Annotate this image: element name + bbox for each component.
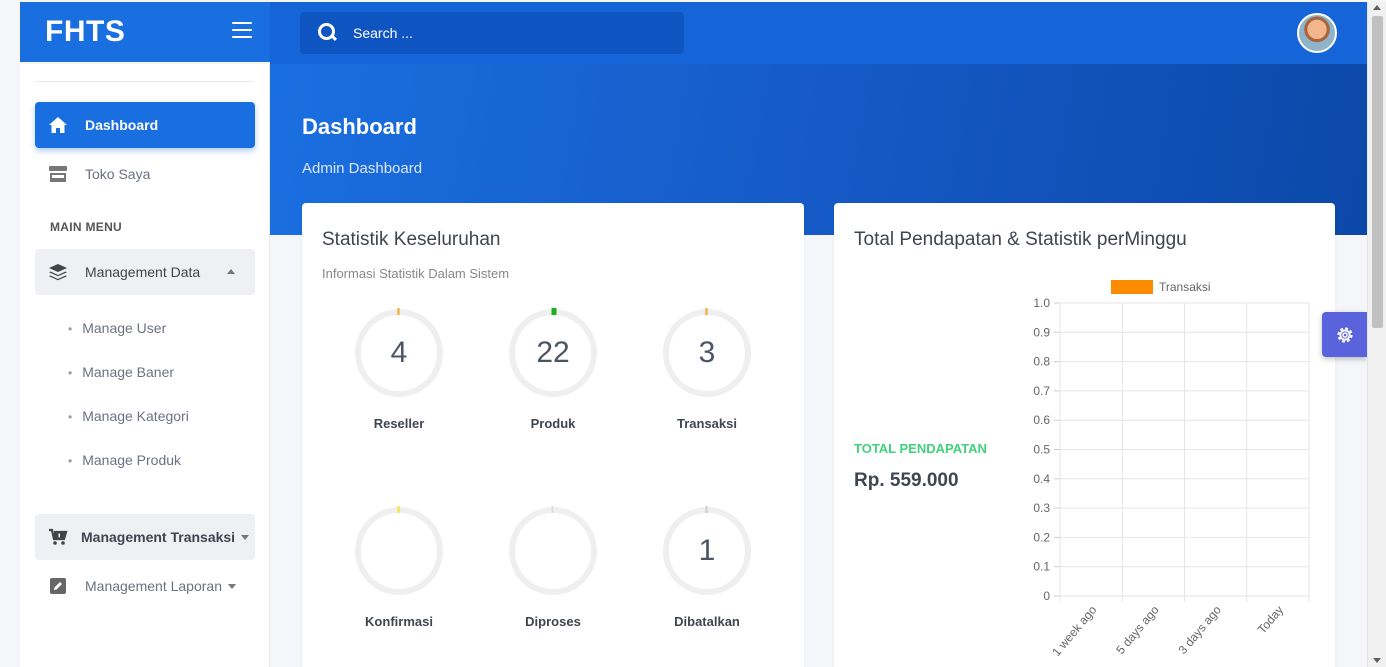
chevron-down-icon	[241, 534, 250, 540]
sidebar-item-label: Toko Saya	[85, 166, 151, 182]
y-tick-label: 0.1	[1033, 560, 1050, 574]
income-value: Rp. 559.000	[854, 470, 959, 491]
legend-label: Transaksi	[1159, 280, 1211, 294]
stat-konfirmasi: Konfirmasi	[334, 506, 464, 629]
sidebar-item-dashboard[interactable]: Dashboard	[35, 102, 255, 148]
y-tick-label: 0.8	[1033, 355, 1050, 369]
sidebar-item-label: Dashboard	[85, 117, 159, 133]
sidebar-item-label: Management Transaksi	[81, 529, 236, 545]
menu-toggle-icon[interactable]	[232, 22, 252, 40]
stat-reseller: 4 Reseller	[334, 308, 464, 431]
stat-value	[354, 506, 444, 596]
page-subtitle: Admin Dashboard	[302, 160, 423, 177]
y-tick-label: 1.0	[1033, 296, 1050, 310]
sidebar-subitem-manage-baner[interactable]: Manage Baner	[68, 364, 174, 380]
stats-card: Statistik Keseluruhan Informasi Statisti…	[302, 203, 804, 667]
stat-ring: 1	[662, 506, 752, 596]
edit-icon	[48, 576, 68, 596]
stat-label: Transaksi	[677, 416, 737, 431]
user-avatar[interactable]	[1297, 13, 1337, 53]
sidebar-item-label: Management Data	[85, 264, 201, 280]
stat-value: 22	[536, 336, 570, 369]
y-tick-label: 0.9	[1033, 325, 1050, 339]
sidebar-subitem-manage-produk[interactable]: Manage Produk	[68, 452, 181, 468]
chevron-up-icon	[227, 269, 235, 274]
x-tick-label: 3 days ago	[1175, 603, 1224, 657]
scroll-thumb[interactable]	[1372, 16, 1383, 328]
y-tick-label: 0	[1043, 589, 1050, 603]
stat-dibatalkan: 1 Dibatalkan	[642, 506, 772, 629]
y-tick-label: 0.6	[1033, 413, 1050, 427]
stat-label: Produk	[530, 416, 576, 431]
x-tick-label: Today	[1255, 603, 1286, 637]
top-navbar: Search ...	[270, 2, 1367, 64]
stat-value: 3	[698, 336, 716, 369]
stat-value	[508, 506, 598, 596]
stat-diproses: Diproses	[488, 506, 618, 629]
legend-swatch	[1111, 280, 1153, 294]
weekly-chart: Transaksi 0 0.1 0.2 0.3 0.4 0.5 0.6 0.7 0.8 0.9 1.0…	[1033, 280, 1310, 659]
brand-bar: FHTS	[20, 2, 270, 62]
sidebar-item-toko-saya[interactable]: Toko Saya	[35, 151, 255, 197]
sidebar-subitem-manage-user[interactable]: Manage User	[68, 320, 166, 336]
stat-transaksi: 3 Transaksi	[642, 308, 772, 431]
sidebar-item-label: Management Laporan	[85, 578, 222, 594]
sidebar-item-management-transaksi[interactable]: Management Transaksi	[35, 514, 255, 560]
cart-icon	[48, 527, 68, 547]
sidebar: Dashboard Toko Saya MAIN MENU Management…	[20, 64, 270, 667]
sidebar-item-management-laporan[interactable]: Management Laporan	[35, 563, 255, 609]
settings-button[interactable]	[1322, 312, 1367, 357]
income-label: TOTAL PENDAPATAN	[854, 441, 987, 456]
stat-ring	[354, 506, 444, 596]
page-scrollbar[interactable]	[1367, 2, 1386, 667]
app-window: FHTS Search ... Dashboard Toko Saya MAIN…	[0, 0, 1386, 667]
stat-ring: 4	[354, 308, 444, 398]
x-tick-label: 1 week ago	[1049, 603, 1099, 659]
stats-card-subtitle: Informasi Statistik Dalam Sistem	[322, 266, 510, 281]
stat-ring: 22	[508, 308, 598, 398]
y-tick-label: 0.5	[1033, 443, 1050, 457]
y-tick-label: 0.3	[1033, 501, 1050, 515]
chevron-down-icon	[228, 583, 236, 589]
gear-icon	[1336, 326, 1353, 343]
x-tick-label: 5 days ago	[1113, 603, 1162, 657]
store-icon	[48, 164, 68, 184]
search-icon	[318, 23, 338, 43]
stats-card-title: Statistik Keseluruhan	[322, 229, 501, 250]
stat-produk: 22 Produk	[488, 308, 618, 431]
page-title: Dashboard	[302, 114, 417, 139]
stat-label: Reseller	[373, 416, 425, 431]
stat-label: Konfirmasi	[365, 614, 433, 629]
brand-logo[interactable]: FHTS	[45, 15, 125, 49]
stat-value: 1	[698, 534, 716, 567]
y-tick-label: 0.7	[1033, 384, 1050, 398]
sidebar-item-management-data[interactable]: Management Data	[35, 249, 255, 295]
stat-value: 4	[390, 336, 408, 369]
y-tick-label: 0.2	[1033, 530, 1050, 544]
stat-ring: 3	[662, 308, 752, 398]
y-tick-label: 0.4	[1033, 472, 1050, 486]
sidebar-divider	[35, 81, 254, 82]
income-card: Total Pendapatan & Statistik perMinggu T…	[834, 203, 1335, 667]
layers-icon	[48, 262, 68, 282]
home-icon	[48, 115, 68, 135]
scroll-down-icon[interactable]	[1373, 658, 1381, 663]
income-card-title: Total Pendapatan & Statistik perMinggu	[854, 229, 1187, 250]
section-label-main-menu: MAIN MENU	[50, 220, 123, 234]
scroll-up-icon[interactable]	[1373, 5, 1381, 10]
search-input[interactable]: Search ...	[353, 25, 413, 41]
stat-label: Dibatalkan	[674, 614, 740, 629]
stat-ring	[508, 506, 598, 596]
sidebar-subitem-manage-kategori[interactable]: Manage Kategori	[68, 408, 189, 424]
search-box[interactable]: Search ...	[300, 12, 684, 54]
stat-label: Diproses	[525, 614, 581, 629]
